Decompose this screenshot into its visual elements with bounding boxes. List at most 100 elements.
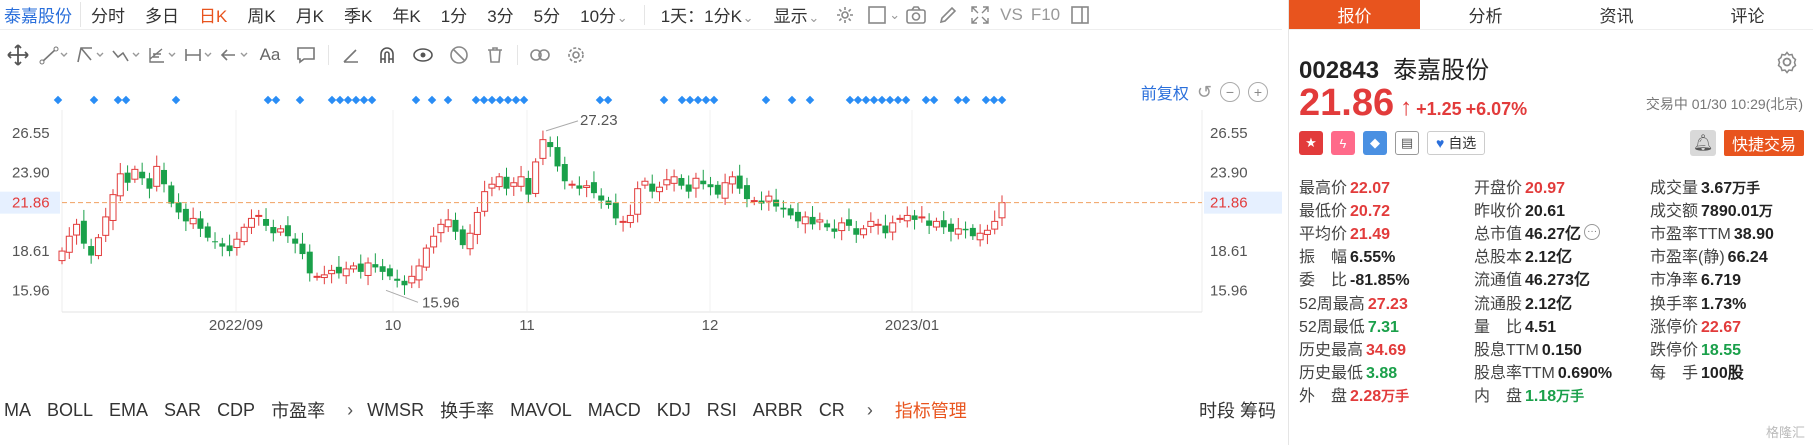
- candle-body[interactable]: [656, 186, 664, 193]
- candle-body[interactable]: [926, 220, 933, 226]
- event-marker-diamond[interactable]: [845, 95, 855, 105]
- indicator-kdj[interactable]: KDJ: [653, 400, 703, 421]
- event-marker-diamond[interactable]: [367, 95, 377, 105]
- candle-body[interactable]: [342, 268, 350, 277]
- candle-body[interactable]: [277, 228, 285, 233]
- candle-body[interactable]: [736, 175, 743, 189]
- candle-body[interactable]: [780, 207, 787, 210]
- candle-body[interactable]: [255, 214, 263, 217]
- candle-body[interactable]: [182, 208, 189, 222]
- indicator-sar[interactable]: SAR: [160, 400, 213, 421]
- period-daily-k[interactable]: 日K: [189, 2, 237, 27]
- candle-body[interactable]: [372, 264, 379, 268]
- event-marker-diamond[interactable]: [981, 95, 991, 105]
- candle-body[interactable]: [911, 215, 918, 220]
- lightning-icon[interactable]: ϟ: [1331, 131, 1355, 155]
- event-marker-diamond[interactable]: [709, 95, 719, 105]
- candle-body[interactable]: [831, 228, 838, 232]
- candle-body[interactable]: [998, 202, 1006, 219]
- period-multi-day[interactable]: 多日: [135, 2, 189, 27]
- session-chip-buttons[interactable]: 时段 筹码: [1199, 397, 1282, 423]
- event-marker-diamond[interactable]: [603, 95, 613, 105]
- candle-body[interactable]: [503, 176, 510, 189]
- candle-body[interactable]: [510, 182, 518, 187]
- period-weekly-k[interactable]: 周K: [237, 2, 285, 27]
- event-marker-diamond[interactable]: [271, 95, 281, 105]
- add-watchlist-button[interactable]: ♥ 自选: [1427, 131, 1486, 155]
- candle-body[interactable]: [678, 177, 685, 186]
- zoom-in-icon[interactable]: +: [1248, 82, 1268, 102]
- candle-body[interactable]: [320, 274, 328, 279]
- event-marker-diamond[interactable]: [685, 95, 695, 105]
- candle-body[interactable]: [728, 176, 736, 185]
- event-marker-diamond[interactable]: [921, 95, 931, 105]
- period-5min[interactable]: 5分: [524, 2, 570, 27]
- quick-trade-button[interactable]: 快捷交易: [1723, 130, 1804, 156]
- candle-body[interactable]: [867, 220, 875, 227]
- candle-body[interactable]: [495, 176, 503, 188]
- event-marker-diamond[interactable]: [495, 95, 505, 105]
- candle-body[interactable]: [88, 246, 95, 256]
- more-info-icon[interactable]: ···: [1584, 223, 1601, 240]
- candle-body[interactable]: [488, 183, 496, 189]
- event-marker-diamond[interactable]: [787, 95, 797, 105]
- tab-comments[interactable]: 评论: [1682, 0, 1813, 29]
- gear-icon[interactable]: [558, 40, 594, 70]
- panel-toggle-icon[interactable]: [1067, 2, 1093, 28]
- candle-body[interactable]: [947, 223, 954, 232]
- indicator-ema[interactable]: EMA: [105, 400, 160, 421]
- candle-body[interactable]: [459, 229, 466, 246]
- channel-line-icon[interactable]: [72, 40, 108, 70]
- candle-body[interactable]: [109, 194, 117, 221]
- indicator-manage-button[interactable]: 指标管理: [883, 397, 979, 423]
- kline-svg[interactable]: 26.55 23.90 21.86 18.61 15.96 26.55 23.9…: [0, 76, 1282, 388]
- candle-body[interactable]: [700, 180, 707, 185]
- event-marker-diamond[interactable]: [343, 95, 353, 105]
- candle-body[interactable]: [263, 218, 270, 226]
- event-marker-diamond[interactable]: [427, 95, 437, 105]
- comment-icon[interactable]: [288, 40, 324, 70]
- candle-body[interactable]: [561, 164, 568, 182]
- arrow-left-icon[interactable]: [216, 40, 252, 70]
- candle-body[interactable]: [714, 184, 721, 195]
- candle-body[interactable]: [226, 245, 233, 252]
- event-marker-diamond[interactable]: [443, 95, 453, 105]
- adjust-mode-button[interactable]: 前复权: [1141, 80, 1189, 104]
- event-marker-diamond[interactable]: [761, 95, 771, 105]
- candle-body[interactable]: [116, 173, 124, 197]
- candle-body[interactable]: [765, 195, 773, 202]
- candle-body[interactable]: [918, 216, 926, 219]
- event-marker-diamond[interactable]: [359, 95, 369, 105]
- candle-body[interactable]: [517, 176, 525, 187]
- event-marker-diamond[interactable]: [519, 95, 529, 105]
- indicator-arbr[interactable]: ARBR: [749, 400, 815, 421]
- indicator-turnover[interactable]: 换手率: [436, 397, 506, 423]
- event-marker-diamond[interactable]: [89, 95, 99, 105]
- candle-body[interactable]: [473, 211, 481, 235]
- candle-body[interactable]: [539, 139, 547, 159]
- candle-body[interactable]: [65, 235, 73, 253]
- candle-body[interactable]: [168, 185, 175, 204]
- candle-body[interactable]: [379, 266, 386, 272]
- candle-body[interactable]: [175, 202, 182, 213]
- vs-compare-button[interactable]: VS: [996, 5, 1027, 25]
- candle-body[interactable]: [452, 219, 459, 232]
- candle-body[interactable]: [240, 226, 248, 243]
- camera-icon[interactable]: [903, 2, 929, 28]
- candle-body[interactable]: [364, 262, 372, 276]
- candle-body[interactable]: [466, 232, 474, 250]
- candle-body[interactable]: [903, 214, 911, 222]
- candle-body[interactable]: [845, 219, 852, 226]
- candle-body[interactable]: [991, 220, 999, 230]
- period-1min[interactable]: 1分: [431, 2, 477, 27]
- candle-body[interactable]: [983, 229, 991, 235]
- candle-body[interactable]: [794, 211, 801, 222]
- candle-body[interactable]: [707, 184, 714, 188]
- chevron-right-icon[interactable]: ›: [857, 400, 883, 421]
- candle-body[interactable]: [838, 222, 846, 232]
- candle-body[interactable]: [619, 220, 627, 223]
- indicator-pe[interactable]: 市盈率: [267, 397, 337, 423]
- event-marker-diamond[interactable]: [953, 95, 963, 105]
- candle-body[interactable]: [284, 225, 291, 237]
- candle-body[interactable]: [626, 214, 634, 224]
